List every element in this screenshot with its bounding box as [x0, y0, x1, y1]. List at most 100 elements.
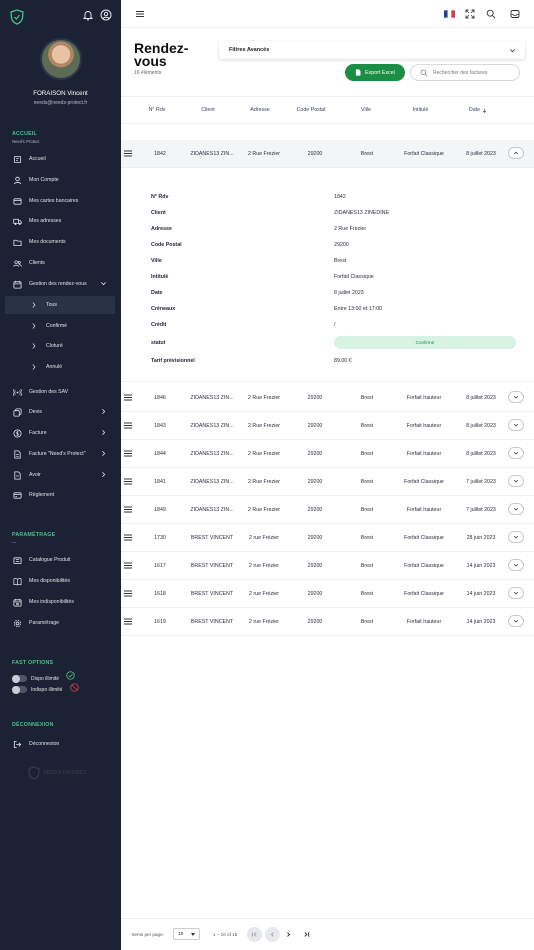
- chevron-down-icon: [513, 423, 519, 427]
- sidebar-item[interactable]: Gestion des SAV: [5, 383, 115, 401]
- first-page-icon: [251, 932, 257, 937]
- detail-label: Crédit: [151, 322, 167, 328]
- expand-row-button[interactable]: [508, 447, 524, 459]
- user-name: FORAISON Vincent: [33, 90, 88, 97]
- book-icon: [12, 576, 22, 586]
- table-row[interactable]: 1849 ZIDANES13 ZIN... 2 Rue Frezier 29200 Br…: [121, 496, 534, 524]
- french-flag-icon[interactable]: [444, 10, 455, 18]
- table-row[interactable]: 1844 ZIDANES13 ZIN... 2 Rue Frezier 29200 Br…: [121, 440, 534, 468]
- column-header-intitule[interactable]: Intitulé: [398, 107, 443, 113]
- hamburger-menu-icon[interactable]: [135, 9, 145, 19]
- sidebar-item[interactable]: Facture "Need's Protect": [5, 445, 115, 463]
- bell-icon[interactable]: [82, 9, 94, 21]
- table-row[interactable]: 1619 BREST VINCENT 2 rue Frézier 29200 Brest…: [121, 608, 534, 636]
- sidebar-param-item[interactable]: Catalogue Produit: [5, 551, 115, 569]
- table-row[interactable]: 1730 BREST VINCENT 2 rue Frézier 29200 Brest…: [121, 524, 534, 552]
- cell-intitule: Forfait Classique: [404, 535, 444, 541]
- previous-page-button[interactable]: [265, 927, 280, 942]
- sidebar-item[interactable]: Mes adresses: [5, 212, 115, 230]
- sidebar-param-item[interactable]: Mes indisponibilités: [5, 593, 115, 611]
- gear-icon: [12, 618, 22, 628]
- sidebar-item[interactable]: Accueil: [5, 150, 115, 168]
- cell-date: 7 juillet 2023: [466, 507, 496, 513]
- currency-icon: [12, 428, 22, 438]
- column-header-code-postal[interactable]: Code Postal: [291, 107, 331, 113]
- expand-row-button[interactable]: [508, 391, 524, 403]
- sidebar-item[interactable]: Tous: [5, 296, 115, 314]
- drag-handle-icon[interactable]: [124, 590, 132, 597]
- drag-handle-icon[interactable]: [124, 618, 132, 625]
- next-page-button[interactable]: [281, 927, 296, 942]
- column-header-date[interactable]: Date: [459, 107, 497, 113]
- page-size-select[interactable]: 10: [173, 928, 200, 940]
- sidebar-item[interactable]: Règlement: [5, 486, 115, 504]
- expand-row-button[interactable]: [508, 587, 524, 599]
- column-header-ville[interactable]: Ville: [346, 107, 386, 113]
- user-circle-icon[interactable]: [100, 9, 112, 21]
- drag-handle-icon[interactable]: [124, 394, 132, 401]
- drag-handle-icon[interactable]: [124, 534, 132, 541]
- expand-row-button[interactable]: [508, 615, 524, 627]
- search-box[interactable]: [410, 64, 520, 81]
- sidebar-item[interactable]: Avoir: [5, 466, 115, 484]
- table-header: N° Rdv Client Adresse Code Postal Ville …: [121, 96, 534, 124]
- sidebar-item[interactable]: Gestion des rendez-vous: [5, 275, 115, 293]
- search-icon[interactable]: [486, 9, 496, 19]
- shield-logo-icon[interactable]: [10, 9, 24, 25]
- avatar[interactable]: [40, 38, 82, 80]
- table-row[interactable]: 1618 BREST VINCENT 2 rue Frézier 29200 Brest…: [121, 580, 534, 608]
- advanced-filters-toggle[interactable]: Filtres Avancés: [219, 41, 525, 59]
- drag-handle-icon[interactable]: [124, 422, 132, 429]
- table-row[interactable]: 1843 ZIDANES13 ZIN... 2 Rue Frezier 29200 Br…: [121, 412, 534, 440]
- catalog-icon: [12, 555, 22, 565]
- expand-row-button[interactable]: [508, 419, 524, 431]
- expand-row-button[interactable]: [508, 475, 524, 487]
- chevron-down-icon: [513, 591, 519, 595]
- sidebar-item[interactable]: Confirmé: [5, 317, 115, 335]
- column-header-client[interactable]: Client: [187, 107, 229, 113]
- sidebar-item[interactable]: Devis: [5, 403, 115, 421]
- cell-intitule: Forfait Classique: [404, 591, 444, 597]
- column-header-rdv[interactable]: N° Rdv: [139, 107, 175, 113]
- sidebar-item[interactable]: Mes documents: [5, 233, 115, 251]
- drag-handle-icon[interactable]: [124, 478, 132, 485]
- drag-handle-icon[interactable]: [124, 506, 132, 513]
- sidebar-item[interactable]: Cloturé: [5, 337, 115, 355]
- cell-date: 14 juin 2023: [466, 591, 496, 597]
- cell-cp: 29200: [307, 451, 323, 457]
- expand-row-button[interactable]: [508, 559, 524, 571]
- toggle-indispo-illimite[interactable]: [12, 685, 27, 694]
- drag-handle-icon[interactable]: [124, 450, 132, 457]
- detail-label: Intitulé: [151, 274, 169, 280]
- sidebar-param-item[interactable]: Mes disponibilités: [5, 572, 115, 590]
- sidebar-item[interactable]: Annulé: [5, 358, 115, 376]
- last-page-button[interactable]: [299, 927, 314, 942]
- drag-handle-icon[interactable]: [124, 562, 132, 569]
- expand-row-button[interactable]: [508, 503, 524, 515]
- column-header-adresse[interactable]: Adresse: [241, 107, 279, 113]
- cell-client: ZIDANES13 ZIN...: [190, 423, 234, 429]
- collapse-row-button[interactable]: [508, 147, 524, 159]
- expand-row-button[interactable]: [508, 531, 524, 543]
- sidebar-item[interactable]: Facture: [5, 424, 115, 442]
- table-row[interactable]: 1617 BREST VINCENT 2 rue Frézier 29200 Brest…: [121, 552, 534, 580]
- sidebar-item-label: Mes cartes bancaires: [29, 198, 79, 204]
- table-row[interactable]: 1841 ZIDANES13 ZIN... 2 Rue Frezier 29200 Br…: [121, 468, 534, 496]
- sidebar-item[interactable]: Mes cartes bancaires: [5, 192, 115, 210]
- cell-rdv: 1619: [154, 619, 166, 625]
- search-input[interactable]: [433, 69, 519, 76]
- table-row-expanded[interactable]: 1842 ZIDANES13 ZIN... 2 Rue Frezier 2920…: [121, 140, 534, 168]
- inbox-icon[interactable]: [510, 9, 520, 19]
- fullscreen-icon[interactable]: [465, 9, 475, 19]
- sidebar-item[interactable]: Mon Compte: [5, 171, 115, 189]
- table-row[interactable]: 1846 ZIDANES13 ZIN... 2 Rue Frezier 29200 Br…: [121, 384, 534, 412]
- logout-link[interactable]: Déconnexion: [5, 735, 115, 753]
- toggle-dispo-illimite[interactable]: [12, 674, 27, 683]
- export-excel-button[interactable]: Export Excel: [345, 64, 405, 81]
- chevron-right-icon: [102, 409, 106, 414]
- credit-card-icon: [12, 196, 22, 206]
- drag-handle-icon[interactable]: [124, 150, 132, 157]
- first-page-button[interactable]: [247, 927, 262, 942]
- sidebar-item[interactable]: Clients: [5, 254, 115, 272]
- sidebar-param-item[interactable]: Paramétrage: [5, 614, 115, 632]
